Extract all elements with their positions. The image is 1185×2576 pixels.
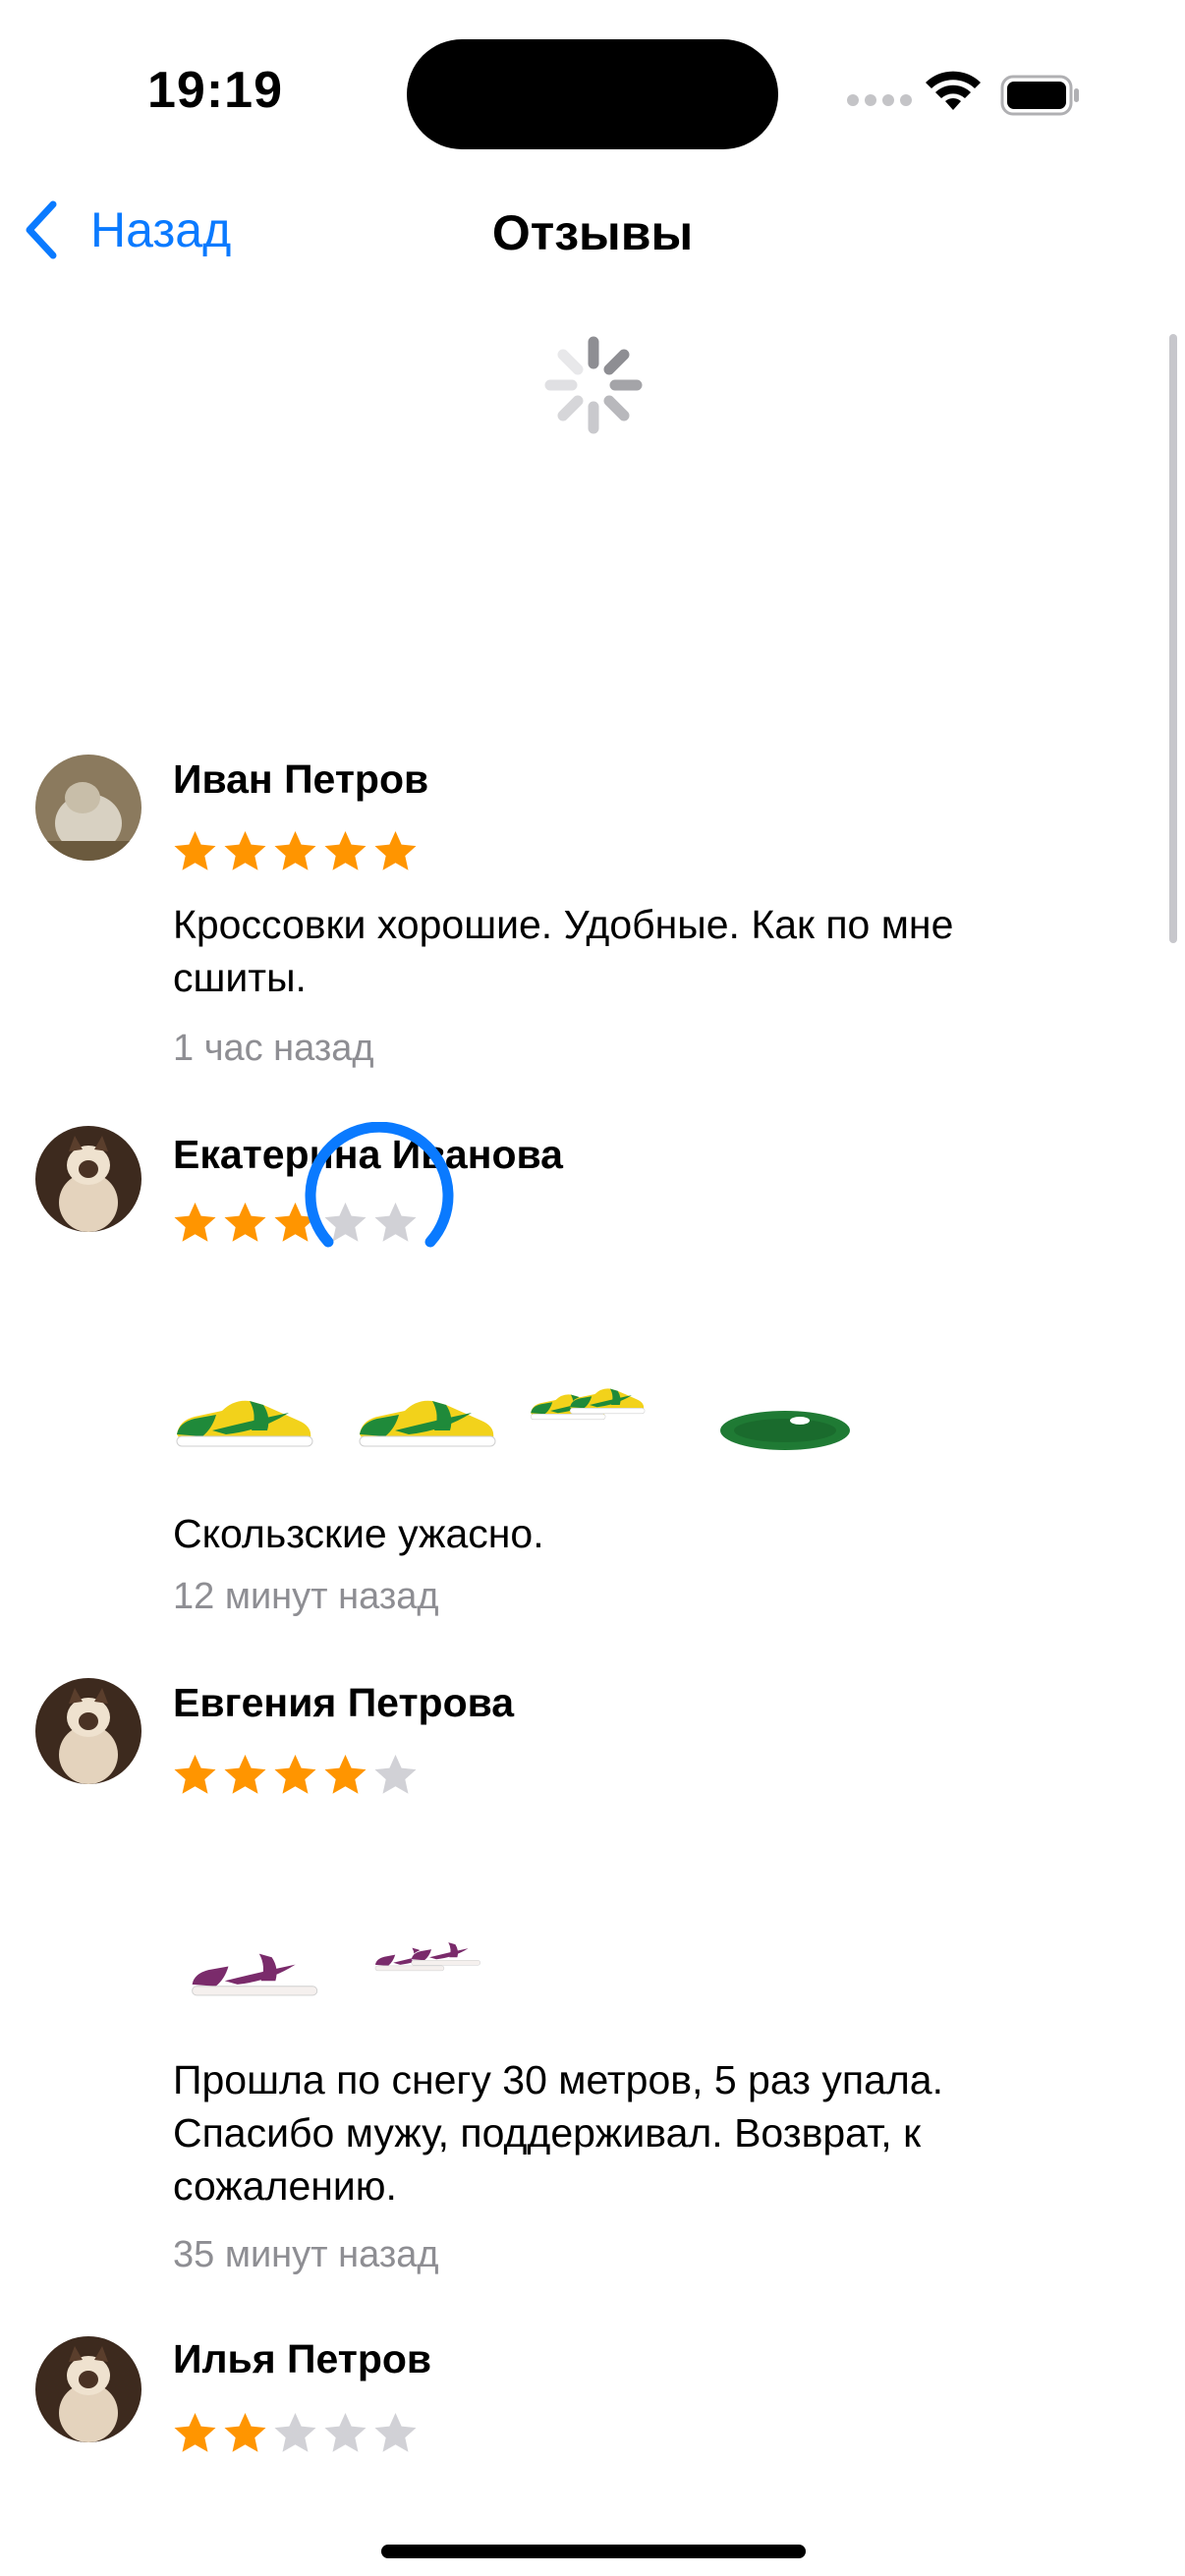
review-text: Скользские ужасно. [173, 1511, 544, 1556]
star-filled-icon [224, 2413, 266, 2452]
star-empty-icon [374, 1755, 417, 1794]
review-photo-sneaker-green-yellow-side[interactable] [356, 1383, 503, 1463]
cat-photo-icon [35, 1678, 141, 1784]
rating-stars [173, 829, 418, 873]
star-filled-icon [224, 1755, 266, 1794]
reviewer-name: Иван Петров [173, 756, 429, 802]
scroll-indicator[interactable] [1169, 334, 1177, 943]
avatar [35, 755, 141, 861]
review-photo-sneaker-purple-side[interactable] [173, 1937, 340, 2011]
page-title: Отзывы [491, 205, 694, 260]
star-filled-icon [224, 1203, 266, 1242]
review-photo-sneaker-green-sole[interactable] [711, 1383, 859, 1463]
star-empty-icon [374, 2413, 417, 2452]
star-empty-icon [324, 2413, 367, 2452]
star-filled-icon [174, 1755, 216, 1794]
review-photos [173, 1383, 894, 1463]
battery-icon [1000, 75, 1079, 116]
star-filled-icon [174, 831, 216, 870]
navigation-bar: Назад Отзывы [0, 187, 1185, 275]
activity-spinner [544, 336, 643, 434]
review-photo-sneaker-purple-pair[interactable] [367, 1937, 515, 2011]
star-filled-icon [324, 1755, 367, 1794]
star-filled-icon [374, 831, 417, 870]
review-time: 35 минут назад [173, 2234, 439, 2275]
rating-stars [173, 1753, 418, 1797]
avatar [35, 1126, 141, 1232]
dynamic-island [407, 39, 778, 149]
star-filled-icon [174, 2413, 216, 2452]
cat-photo-icon [35, 2336, 141, 2442]
cat-photo-icon [35, 1126, 141, 1232]
home-indicator[interactable] [381, 2545, 806, 2558]
star-filled-icon [274, 831, 316, 870]
star-filled-icon [274, 1755, 316, 1794]
star-filled-icon [224, 831, 266, 870]
review-text: Прошла по снегу 30 метров, 5 раз упала. … [173, 2057, 943, 2209]
avatar [35, 1678, 141, 1784]
review-photo-sneaker-green-yellow-pair[interactable] [529, 1383, 676, 1463]
wifi-icon [926, 71, 981, 110]
star-filled-icon [174, 1203, 216, 1242]
avatar [35, 2336, 141, 2442]
status-bar: 19:19 [0, 0, 1185, 187]
review-photos [173, 1937, 542, 2011]
cat-photo-icon [35, 755, 141, 861]
reviewer-name: Илья Петров [173, 2336, 432, 2381]
rating-stars [173, 2411, 418, 2455]
review-photo-sneaker-green-yellow-side[interactable] [173, 1383, 320, 1463]
reviewer-name: Евгения Петрова [173, 1680, 515, 1725]
star-filled-icon [324, 831, 367, 870]
status-time: 19:19 [147, 62, 283, 119]
review-time: 12 минут назад [173, 1576, 439, 1617]
cellular-signal-icon [847, 94, 912, 106]
review-text: Кроссовки хорошие. Удобные. Как по мне с… [173, 902, 954, 1000]
image-loading-spinner [305, 1122, 454, 1248]
review-time: 1 час назад [173, 1028, 374, 1069]
star-empty-icon [274, 2413, 316, 2452]
